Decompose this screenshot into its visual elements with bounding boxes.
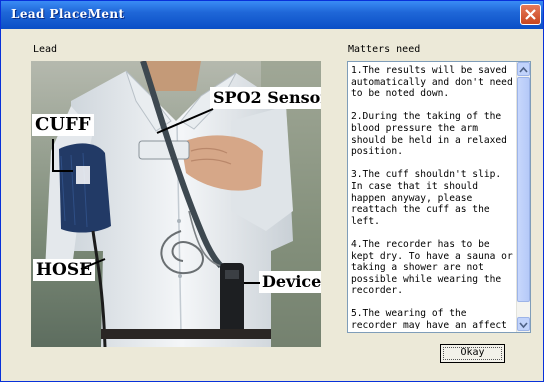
lead-placement-dialog: Lead PlaceMent Lead Matters need SPO2 Se… bbox=[0, 0, 544, 382]
close-icon bbox=[525, 9, 536, 20]
note-item: 5.The wearing of the recorder may have a… bbox=[351, 308, 507, 329]
okay-button[interactable]: Okay bbox=[440, 344, 505, 363]
scroll-thumb[interactable] bbox=[517, 77, 530, 302]
note-item: 2.During the taking of the blood pressur… bbox=[351, 111, 507, 158]
note-item: 3.The cuff shouldn't slip. In case that … bbox=[351, 169, 502, 227]
chevron-up-icon bbox=[519, 66, 528, 73]
note-item: 4.The recorder has to be kept dry. To ha… bbox=[351, 238, 513, 297]
scroll-down-button[interactable] bbox=[517, 317, 530, 331]
matters-need-text: 1.The results will be saved automaticall… bbox=[351, 65, 517, 329]
callout-line-device bbox=[244, 282, 260, 284]
lead-label: Lead bbox=[33, 44, 58, 55]
title-bar[interactable]: Lead PlaceMent bbox=[1, 1, 543, 29]
callout-spo2-sensor: SPO2 Sensor bbox=[210, 87, 321, 109]
vertical-scrollbar[interactable] bbox=[516, 62, 530, 332]
callout-line-spo2 bbox=[156, 108, 214, 134]
lead-placement-photo: SPO2 Sensor CUFF HOSE Device bbox=[31, 61, 321, 347]
chevron-down-icon bbox=[519, 322, 528, 329]
close-button[interactable] bbox=[520, 4, 541, 25]
matters-need-textbox[interactable]: 1.The results will be saved automaticall… bbox=[347, 61, 531, 333]
matters-need-label: Matters need bbox=[348, 44, 421, 55]
callout-device: Device bbox=[259, 271, 321, 293]
callout-cuff: CUFF bbox=[32, 114, 94, 136]
callout-line-cuff bbox=[52, 139, 73, 172]
callout-line-hose bbox=[80, 258, 106, 270]
scroll-up-button[interactable] bbox=[517, 62, 530, 76]
window-title: Lead PlaceMent bbox=[11, 7, 125, 21]
note-item: 1.The results will be saved automaticall… bbox=[351, 65, 513, 100]
